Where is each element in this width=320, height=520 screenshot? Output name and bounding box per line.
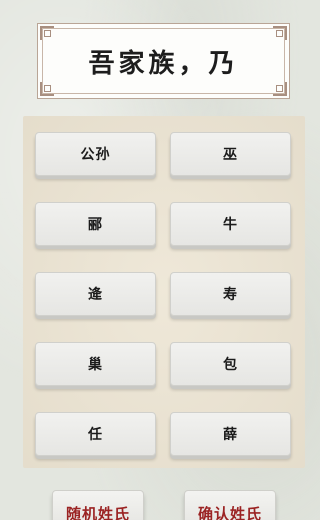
surname-option[interactable]: 牛: [170, 202, 291, 246]
surname-option[interactable]: 逄: [35, 272, 156, 316]
surname-option[interactable]: 巢: [35, 342, 156, 386]
corner-ornament-icon: [40, 82, 54, 96]
corner-ornament-icon: [40, 26, 54, 40]
surname-option[interactable]: 寿: [170, 272, 291, 316]
surname-option[interactable]: 薛: [170, 412, 291, 456]
surname-option[interactable]: 巫: [170, 132, 291, 176]
surname-option[interactable]: 公孙: [35, 132, 156, 176]
surname-option[interactable]: 任: [35, 412, 156, 456]
confirm-surname-button[interactable]: 确认姓氏: [184, 490, 276, 520]
corner-ornament-icon: [273, 82, 287, 96]
random-surname-button[interactable]: 随机姓氏: [52, 490, 144, 520]
page-title: 吾家族，乃: [88, 48, 239, 79]
surname-option[interactable]: 郦: [35, 202, 156, 246]
corner-ornament-icon: [273, 26, 287, 40]
surname-option[interactable]: 包: [170, 342, 291, 386]
title-banner: 吾家族，乃: [37, 23, 290, 99]
